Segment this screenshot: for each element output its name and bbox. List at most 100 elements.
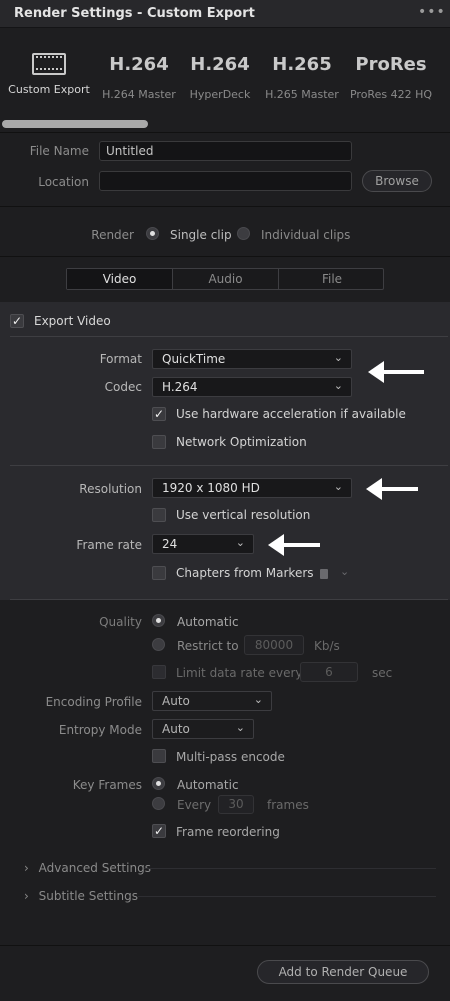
render-label: Render bbox=[91, 228, 134, 242]
hw-accel-label: Use hardware acceleration if available bbox=[176, 407, 406, 421]
chevron-down-icon: ⌄ bbox=[235, 721, 245, 734]
frame-reordering-label: Frame reordering bbox=[176, 825, 280, 839]
export-video-checkbox[interactable]: ✓ bbox=[10, 314, 24, 328]
tab-video[interactable]: Video bbox=[67, 269, 173, 289]
divider bbox=[144, 868, 436, 869]
subtitle-settings-label: Subtitle Settings bbox=[38, 889, 138, 903]
annotation-arrow-icon bbox=[366, 478, 418, 500]
preset-label: ProRes 422 HQ bbox=[349, 88, 433, 101]
quality-automatic-label: Automatic bbox=[177, 615, 239, 629]
chevron-right-icon: › bbox=[24, 861, 29, 875]
vertical-res-label: Use vertical resolution bbox=[176, 508, 311, 522]
preset-custom-export[interactable]: Custom Export bbox=[6, 50, 92, 96]
add-to-render-queue-button[interactable]: Add to Render Queue bbox=[257, 960, 429, 984]
preset-hyperdeck[interactable]: H.264 HyperDeck bbox=[177, 50, 263, 101]
resolution-label: Resolution bbox=[79, 482, 142, 496]
network-opt-label: Network Optimization bbox=[176, 435, 307, 449]
file-name-label: File Name bbox=[29, 144, 89, 158]
network-opt-checkbox[interactable] bbox=[152, 435, 166, 449]
divider bbox=[0, 206, 450, 207]
chevron-down-icon: ⌄ bbox=[333, 379, 343, 392]
chevron-right-icon: › bbox=[24, 889, 29, 903]
encoding-profile-select[interactable]: Auto ⌄ bbox=[152, 691, 272, 711]
multipass-checkbox[interactable] bbox=[152, 749, 166, 763]
preset-title: H.264 bbox=[190, 54, 250, 75]
entropy-mode-label: Entropy Mode bbox=[58, 723, 142, 737]
advanced-settings-toggle[interactable]: › Advanced Settings bbox=[24, 861, 151, 875]
divider bbox=[10, 465, 448, 466]
codec-value: H.264 bbox=[162, 380, 198, 394]
vertical-res-checkbox[interactable] bbox=[152, 508, 166, 522]
key-frames-label: Key Frames bbox=[72, 778, 142, 792]
keyframes-every-input[interactable]: 30 bbox=[218, 795, 254, 814]
export-video-label: Export Video bbox=[34, 314, 111, 328]
preset-title: H.264 bbox=[109, 54, 169, 75]
preset-label: Custom Export bbox=[8, 83, 90, 96]
encoding-profile-label: Encoding Profile bbox=[45, 695, 142, 709]
divider bbox=[0, 132, 450, 133]
codec-label: Codec bbox=[104, 380, 142, 394]
restrict-unit: Kb/s bbox=[314, 639, 340, 653]
entropy-mode-value: Auto bbox=[162, 722, 190, 736]
divider bbox=[10, 599, 448, 600]
chevron-down-icon: ⌄ bbox=[333, 480, 343, 493]
format-value: QuickTime bbox=[162, 352, 226, 366]
keyframes-automatic-radio[interactable] bbox=[152, 777, 165, 790]
preset-label: H.265 Master bbox=[265, 88, 339, 101]
quality-automatic-radio[interactable] bbox=[152, 614, 165, 627]
preset-h265-master[interactable]: H.265 H.265 Master bbox=[259, 50, 345, 101]
individual-clips-label: Individual clips bbox=[261, 228, 351, 242]
keyframes-every-unit: frames bbox=[267, 798, 309, 812]
format-select[interactable]: QuickTime ⌄ bbox=[152, 349, 352, 369]
chapters-checkbox[interactable] bbox=[152, 566, 166, 580]
chevron-down-icon: ⌄ bbox=[253, 693, 263, 706]
multipass-label: Multi-pass encode bbox=[176, 750, 285, 764]
framerate-select[interactable]: 24 ⌄ bbox=[152, 534, 254, 554]
subtitle-settings-toggle[interactable]: › Subtitle Settings bbox=[24, 889, 138, 903]
divider bbox=[10, 336, 448, 337]
resolution-select[interactable]: 1920 x 1080 HD ⌄ bbox=[152, 478, 352, 498]
divider bbox=[138, 896, 436, 897]
tab-audio[interactable]: Audio bbox=[173, 269, 279, 289]
preset-label: H.264 Master bbox=[102, 88, 176, 101]
location-label: Location bbox=[38, 175, 89, 189]
single-clip-label: Single clip bbox=[170, 228, 232, 242]
options-menu-button[interactable]: ••• bbox=[418, 4, 445, 22]
entropy-mode-select[interactable]: Auto ⌄ bbox=[152, 719, 254, 739]
divider bbox=[0, 256, 450, 257]
codec-select[interactable]: H.264 ⌄ bbox=[152, 377, 352, 397]
chevron-down-icon: ⌄ bbox=[235, 536, 245, 549]
framerate-value: 24 bbox=[162, 537, 178, 551]
preset-strip: Custom Export H.264 H.264 Master H.264 H… bbox=[0, 28, 450, 132]
preset-label: HyperDeck bbox=[189, 88, 251, 101]
chevron-down-icon: ⌄ bbox=[340, 565, 350, 578]
location-input[interactable] bbox=[99, 171, 352, 191]
tab-file[interactable]: File bbox=[279, 269, 385, 289]
single-clip-radio[interactable] bbox=[146, 227, 159, 240]
hw-accel-checkbox[interactable]: ✓ bbox=[152, 407, 166, 421]
annotation-arrow-icon bbox=[268, 534, 320, 556]
quality-restrict-radio[interactable] bbox=[152, 638, 165, 651]
preset-scrollbar[interactable] bbox=[2, 120, 148, 128]
individual-clips-radio[interactable] bbox=[237, 227, 250, 240]
marker-icon bbox=[320, 569, 328, 579]
advanced-settings-label: Advanced Settings bbox=[38, 861, 151, 875]
limit-rate-unit: sec bbox=[372, 666, 393, 680]
framerate-label: Frame rate bbox=[76, 538, 142, 552]
keyframes-automatic-label: Automatic bbox=[177, 778, 239, 792]
video-settings-panel bbox=[0, 302, 450, 600]
limit-rate-input[interactable]: 6 bbox=[300, 662, 358, 682]
window-title: Render Settings - Custom Export bbox=[14, 6, 255, 21]
limit-rate-checkbox[interactable] bbox=[152, 665, 166, 679]
encoding-profile-value: Auto bbox=[162, 694, 190, 708]
keyframes-every-label: Every bbox=[177, 798, 212, 812]
file-name-input[interactable]: Untitled bbox=[99, 141, 352, 161]
chevron-down-icon: ⌄ bbox=[333, 351, 343, 364]
browse-button[interactable]: Browse bbox=[362, 170, 432, 192]
preset-h264-master[interactable]: H.264 H.264 Master bbox=[96, 50, 182, 101]
frame-reordering-checkbox[interactable]: ✓ bbox=[152, 824, 166, 838]
chapters-label: Chapters from Markers bbox=[176, 566, 314, 580]
keyframes-every-radio[interactable] bbox=[152, 797, 165, 810]
restrict-bitrate-input[interactable]: 80000 bbox=[244, 635, 304, 655]
preset-prores-422-hq[interactable]: ProRes ProRes 422 HQ bbox=[348, 50, 434, 101]
